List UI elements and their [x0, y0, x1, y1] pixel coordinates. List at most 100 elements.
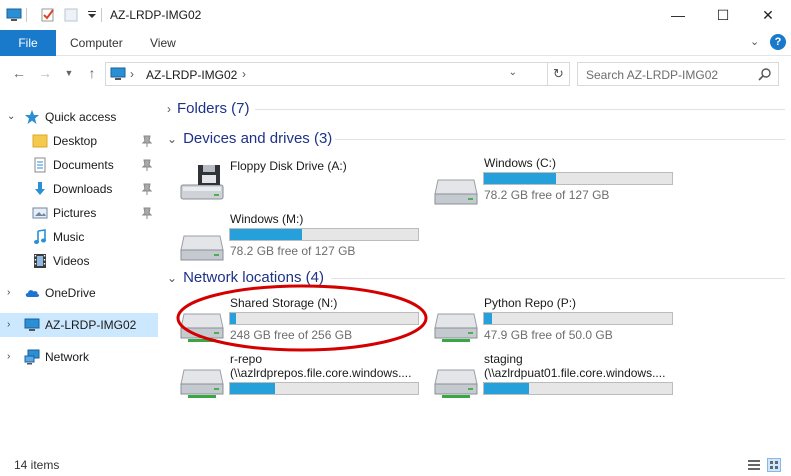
tab-view[interactable]: View	[150, 36, 176, 50]
tiles-view-icon[interactable]	[767, 458, 781, 472]
drive-name: Shared Storage (N:)	[230, 296, 338, 310]
minimize-button[interactable]: —	[655, 0, 701, 30]
drive-n[interactable]: Shared Storage (N:) 248 GB free of 256 G…	[178, 296, 438, 346]
pin-icon[interactable]	[142, 159, 152, 171]
cloud-icon	[25, 290, 40, 297]
pin-icon[interactable]	[142, 183, 152, 195]
film-strip-icon	[34, 254, 46, 268]
sidebar-item-label: Desktop	[53, 134, 98, 148]
network-drive-icon	[434, 313, 478, 342]
divider	[335, 139, 785, 140]
sidebar-item-label: OneDrive	[45, 286, 96, 300]
chevron-right-icon[interactable]: ›	[7, 287, 10, 298]
drive-name: Windows (C:)	[484, 156, 557, 170]
divider	[255, 109, 785, 110]
floppy-drive-icon	[180, 165, 224, 200]
expand-ribbon-icon[interactable]: ⌄	[750, 35, 759, 48]
group-title: Devices and drives (3)	[183, 130, 333, 147]
group-header-devices[interactable]: ⌄ Devices and drives (3)	[167, 130, 332, 147]
search-input[interactable]: Search AZ-LRDP-IMG02	[577, 62, 779, 86]
help-icon[interactable]: ?	[770, 34, 786, 50]
sidebar-item-music[interactable]: Music	[0, 225, 158, 249]
chevron-down-icon[interactable]: ⌄	[509, 67, 517, 78]
details-view-icon[interactable]	[747, 458, 761, 472]
group-header-folders[interactable]: › Folders (7)	[167, 100, 250, 117]
recent-locations-icon[interactable]: ▼	[60, 64, 78, 82]
usage-fill	[484, 173, 557, 184]
divider	[331, 278, 785, 279]
sidebar-item-onedrive[interactable]: › OneDrive	[0, 281, 158, 305]
chevron-right-icon[interactable]: ›	[7, 351, 10, 362]
chevron-right-icon[interactable]: ›	[167, 102, 171, 116]
chevron-right-icon[interactable]: ›	[130, 67, 134, 81]
drive-name: r-repo	[230, 352, 263, 366]
sidebar-item-this-pc[interactable]: › AZ-LRDP-IMG02	[0, 313, 158, 337]
tab-file[interactable]: File	[0, 30, 56, 56]
sidebar-item-videos[interactable]: Videos	[0, 249, 158, 273]
maximize-button[interactable]: ☐	[700, 0, 746, 30]
this-pc-icon[interactable]	[6, 7, 22, 23]
sidebar-item-downloads[interactable]: Downloads	[0, 177, 158, 201]
drive-c[interactable]: Windows (C:) 78.2 GB free of 127 GB	[432, 156, 692, 206]
new-folder-icon[interactable]	[63, 7, 79, 23]
sidebar-item-network[interactable]: › Network	[0, 345, 158, 369]
folder-icon	[32, 134, 48, 148]
pin-icon[interactable]	[142, 207, 152, 219]
back-arrow-icon[interactable]: ←	[10, 64, 28, 82]
customize-toolbar-icon[interactable]	[84, 7, 100, 23]
content-pane: › Folders (7) ⌄ Devices and drives (3) Flo…	[163, 91, 791, 453]
properties-icon[interactable]	[40, 7, 56, 23]
separator	[101, 8, 102, 22]
download-arrow-icon	[35, 182, 45, 195]
hard-drive-icon	[434, 179, 478, 205]
address-path[interactable]: AZ-LRDP-IMG02	[146, 68, 237, 82]
sidebar-item-documents[interactable]: Documents	[0, 153, 158, 177]
forward-arrow-icon[interactable]: →	[36, 64, 54, 82]
network-drive-icon	[180, 369, 224, 398]
usage-bar	[229, 312, 419, 325]
address-bar[interactable]: › AZ-LRDP-IMG02 › ⌄	[105, 62, 548, 86]
drive-name: Python Repo (P:)	[484, 296, 577, 310]
sidebar-item-pictures[interactable]: Pictures	[0, 201, 158, 225]
this-pc-icon	[24, 318, 40, 331]
drive-name: Floppy Disk Drive (A:)	[230, 159, 347, 173]
chevron-right-icon[interactable]: ›	[7, 319, 10, 330]
hard-drive-icon	[180, 235, 224, 261]
drive-staging[interactable]: staging (\\azlrdpuat01.file.core.windows…	[432, 352, 692, 402]
sidebar-item-quick-access[interactable]: ⌄ Quick access	[0, 105, 158, 129]
up-arrow-icon[interactable]: ↑	[83, 64, 101, 82]
item-count: 14 items	[14, 458, 60, 472]
chevron-right-icon[interactable]: ›	[242, 67, 246, 81]
music-note-icon	[34, 229, 46, 244]
usage-fill	[484, 313, 492, 324]
this-pc-icon	[110, 67, 126, 80]
sidebar-item-label: Documents	[53, 158, 114, 172]
usage-fill	[484, 383, 530, 394]
drive-m[interactable]: Windows (M:) 78.2 GB free of 127 GB	[178, 212, 438, 262]
drive-p[interactable]: Python Repo (P:) 47.9 GB free of 50.0 GB	[432, 296, 692, 346]
network-icon	[24, 349, 40, 365]
usage-bar	[483, 382, 673, 395]
sidebar-item-label: Music	[53, 230, 85, 244]
network-path: (\\azlrdpuat01.file.core.windows....	[484, 366, 666, 380]
chevron-down-icon[interactable]: ⌄	[167, 271, 177, 285]
free-space-text: 78.2 GB free of 127 GB	[230, 244, 356, 258]
documents-icon	[34, 157, 46, 173]
search-placeholder: Search AZ-LRDP-IMG02	[586, 68, 719, 82]
group-header-network[interactable]: ⌄ Network locations (4)	[167, 269, 324, 286]
refresh-button[interactable]: ↻	[548, 62, 570, 86]
network-drive-icon	[180, 313, 224, 342]
usage-bar	[483, 172, 673, 185]
chevron-down-icon[interactable]: ⌄	[167, 132, 177, 146]
chevron-down-icon[interactable]: ⌄	[7, 111, 15, 122]
tab-computer[interactable]: Computer	[70, 36, 123, 50]
usage-bar	[229, 382, 419, 395]
close-button[interactable]: ✕	[745, 0, 791, 30]
group-title: Folders (7)	[177, 100, 250, 117]
sidebar-item-label: Downloads	[53, 182, 113, 196]
sidebar-item-desktop[interactable]: Desktop	[0, 129, 158, 153]
drive-r-repo[interactable]: r-repo (\\azlrdprepos.file.core.windows.…	[178, 352, 438, 402]
drive-floppy[interactable]: Floppy Disk Drive (A:)	[178, 159, 438, 209]
pin-icon[interactable]	[142, 135, 152, 147]
usage-bar	[229, 228, 419, 241]
